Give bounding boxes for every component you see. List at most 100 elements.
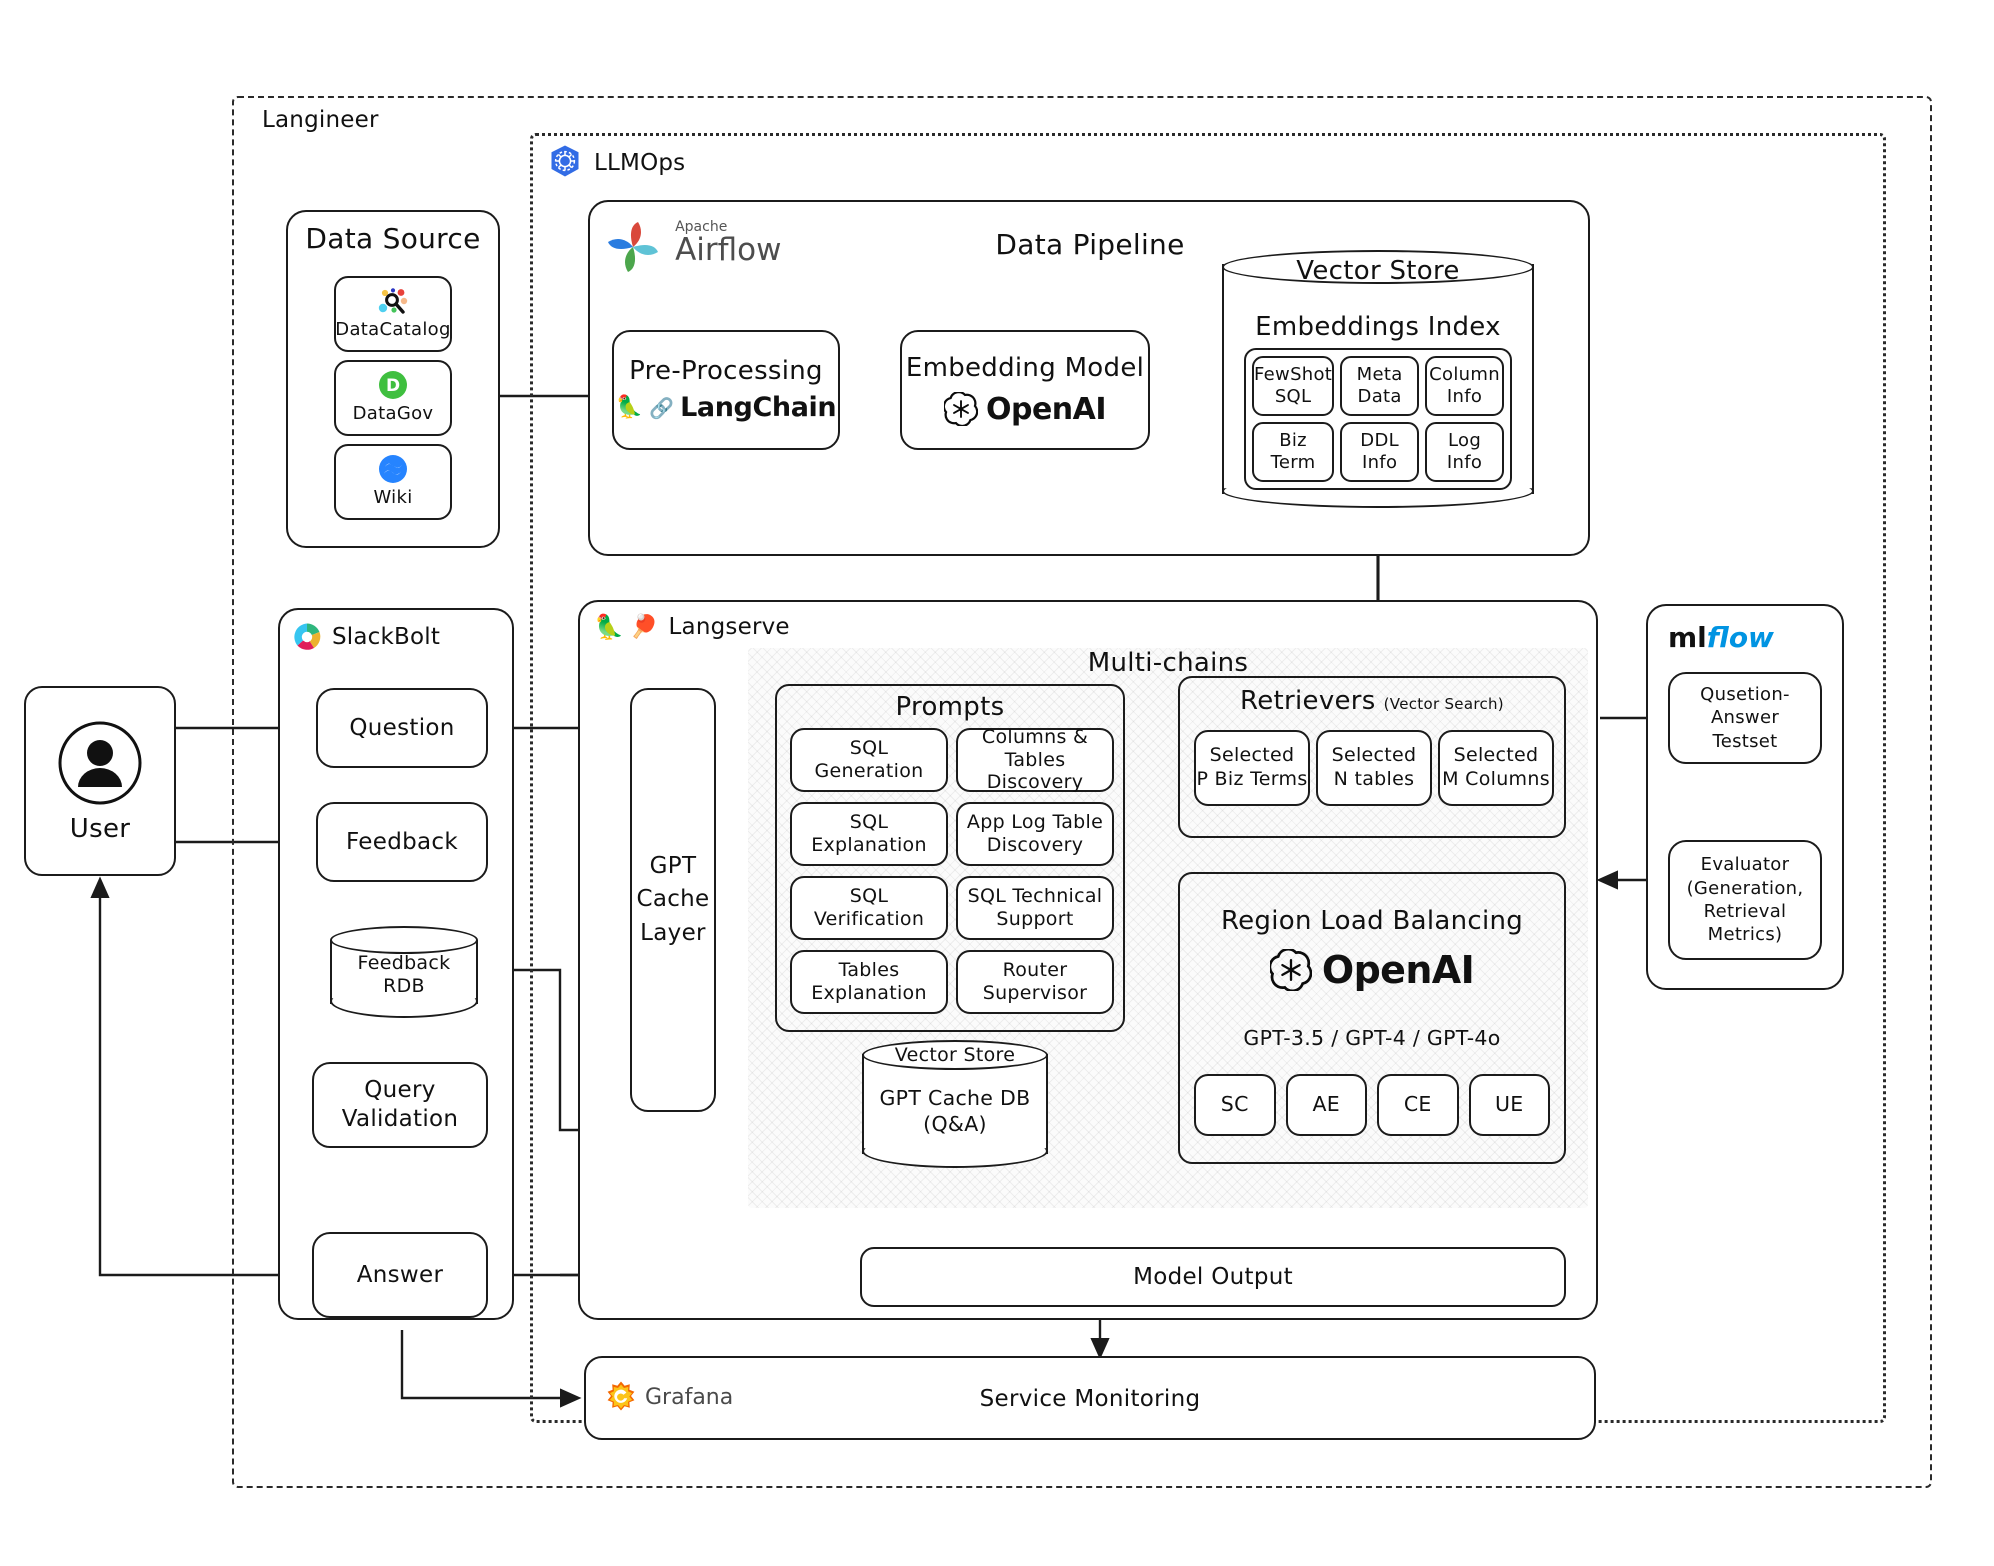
prompt-columns-tables-discovery[interactable]: Columns & Tables Discovery (956, 728, 1114, 792)
answer-label: Answer (357, 1261, 444, 1290)
region-load-balancing-title: Region Load Balancing (1178, 906, 1566, 936)
region-chip-sc[interactable]: SC (1194, 1074, 1276, 1136)
mlflow-brand-right: flow (1707, 621, 1774, 654)
multi-chains-title: Multi-chains (748, 648, 1588, 678)
query-validation-box[interactable]: Query Validation (312, 1062, 488, 1148)
retriever-columns[interactable]: Selected M Columns (1438, 730, 1554, 806)
mlflow-brand-left: ml (1668, 621, 1707, 654)
index-chip-label: Meta Data (1357, 364, 1403, 409)
openai-wordmark: OpenAI (1322, 948, 1474, 992)
qa-testset-box[interactable]: Qusetion-Answer Testset (1668, 672, 1822, 764)
region-chip-label: SC (1221, 1092, 1249, 1118)
langineer-label: Langineer (262, 107, 379, 133)
region-chip-ce[interactable]: CE (1377, 1074, 1459, 1136)
feedback-rdb-cylinder[interactable]: Feedback RDB (330, 926, 478, 1018)
architecture-diagram: Langineer LLMOps Data Source (0, 0, 1994, 1566)
region-chip-row: SC AE CE UE (1194, 1074, 1550, 1136)
index-chip[interactable]: Column Info (1425, 356, 1504, 416)
prompt-sql-verification[interactable]: SQL Verification (790, 876, 948, 940)
prompt-label: SQL Generation (815, 737, 924, 783)
index-chip[interactable]: Biz Term (1252, 422, 1334, 482)
prompt-sql-explanation[interactable]: SQL Explanation (790, 802, 948, 866)
user-avatar-icon (54, 717, 146, 809)
data-source-item-wiki[interactable]: Wiki (334, 444, 452, 520)
query-validation-label: Query Validation (342, 1076, 459, 1134)
region-openai-brand: OpenAI (1178, 948, 1566, 992)
region-chip-label: CE (1404, 1092, 1432, 1118)
data-source-title: Data Source (286, 222, 500, 255)
retriever-biz-terms[interactable]: Selected P Biz Terms (1194, 730, 1310, 806)
index-chip-label: FewShot SQL (1254, 364, 1332, 409)
feedback-rdb-label: Feedback RDB (330, 952, 478, 998)
gpt-cache-layer-box[interactable]: GPT Cache Layer (630, 688, 716, 1112)
region-models-label: GPT-3.5 / GPT-4 / GPT-4o (1178, 1026, 1566, 1050)
pre-processing-title: Pre-Processing (629, 355, 823, 388)
openai-icon (1270, 949, 1312, 991)
region-chip-label: UE (1495, 1092, 1524, 1118)
gpt-cache-db-label: GPT Cache DB (Q&A) (862, 1086, 1048, 1137)
prompt-sql-generation[interactable]: SQL Generation (790, 728, 948, 792)
model-output-bar[interactable]: Model Output (860, 1247, 1566, 1307)
answer-box[interactable]: Answer (312, 1232, 488, 1318)
openai-wordmark: OpenAI (986, 391, 1106, 429)
retriever-label: Selected P Biz Terms (1196, 744, 1307, 792)
prompt-label: App Log Table Discovery (967, 811, 1103, 857)
gpt-cache-db-cap-label: Vector Store (862, 1044, 1048, 1066)
retrievers-title: Retrievers (1240, 686, 1376, 716)
airflow-pinwheel-icon (602, 216, 664, 282)
region-chip-ae[interactable]: AE (1286, 1074, 1368, 1136)
slackbolt-header: SlackBolt (292, 622, 440, 652)
model-output-label: Model Output (1133, 1263, 1293, 1292)
mlflow-logo: mlflow (1668, 624, 1774, 652)
data-source-item-label: DataCatalog (335, 319, 450, 342)
retrievers-subtitle: (Vector Search) (1384, 695, 1504, 713)
pre-processing-box[interactable]: Pre-Processing 🦜 🔗 LangChain (612, 330, 840, 450)
index-chip-label: Column Info (1429, 364, 1500, 409)
index-chip-label: Biz Term (1271, 430, 1316, 475)
index-chip[interactable]: DDL Info (1340, 422, 1419, 482)
retriever-label: Selected M Columns (1442, 744, 1550, 792)
service-monitoring-title: Service Monitoring (584, 1386, 1596, 1412)
question-label: Question (349, 714, 454, 743)
qa-testset-label: Qusetion-Answer Testset (1670, 683, 1820, 753)
openai-icon (944, 392, 978, 426)
user-label: User (70, 813, 130, 846)
prompts-title: Prompts (775, 692, 1125, 722)
embedding-model-title: Embedding Model (906, 352, 1144, 385)
question-box[interactable]: Question (316, 688, 488, 768)
region-chip-ue[interactable]: UE (1469, 1074, 1551, 1136)
index-chip-label: DDL Info (1360, 430, 1399, 475)
llmops-header: LLMOps (548, 144, 685, 182)
prompt-sql-technical-support[interactable]: SQL Technical Support (956, 876, 1114, 940)
index-chip[interactable]: Log Info (1425, 422, 1504, 482)
data-source-item-datacatalog[interactable]: DataCatalog (334, 276, 452, 352)
index-chip[interactable]: FewShot SQL (1252, 356, 1334, 416)
slackbolt-label: SlackBolt (332, 624, 440, 650)
retriever-label: Selected N tables (1332, 744, 1417, 792)
prompt-label: Tables Explanation (811, 959, 927, 1005)
svg-text:D: D (386, 376, 400, 396)
feedback-box[interactable]: Feedback (316, 802, 488, 882)
prompt-label: Columns & Tables Discovery (958, 726, 1112, 794)
user-box[interactable]: User (24, 686, 176, 876)
embedding-model-box[interactable]: Embedding Model OpenAI (900, 330, 1150, 450)
vector-store-title: Vector Store (1222, 256, 1534, 286)
retriever-tables[interactable]: Selected N tables (1316, 730, 1432, 806)
evaluator-box[interactable]: Evaluator (Generation, Retrieval Metrics… (1668, 840, 1822, 960)
prompt-app-log-table-discovery[interactable]: App Log Table Discovery (956, 802, 1114, 866)
langserve-header: 🦜 🏓 Langserve (594, 614, 790, 640)
llmops-label: LLMOps (594, 150, 685, 176)
data-source-item-datagov[interactable]: D DataGov (334, 360, 452, 436)
airflow-logo-bottom: Airflow (675, 234, 781, 267)
prompt-tables-explanation[interactable]: Tables Explanation (790, 950, 948, 1014)
data-source-item-label: DataGov (353, 403, 434, 426)
retrievers-header: Retrievers (Vector Search) (1178, 686, 1566, 716)
index-chip[interactable]: Meta Data (1340, 356, 1419, 416)
index-chip-label: Log Info (1447, 430, 1482, 475)
prompt-router-supervisor[interactable]: Router Supervisor (956, 950, 1114, 1014)
confluence-wiki-icon (378, 454, 408, 484)
gpt-cache-layer-label: GPT Cache Layer (636, 850, 709, 950)
langchain-link-icon: 🔗 (649, 398, 674, 418)
gpt-cache-db-cylinder[interactable]: Vector Store GPT Cache DB (Q&A) (862, 1040, 1048, 1168)
prompt-label: SQL Verification (814, 885, 924, 931)
